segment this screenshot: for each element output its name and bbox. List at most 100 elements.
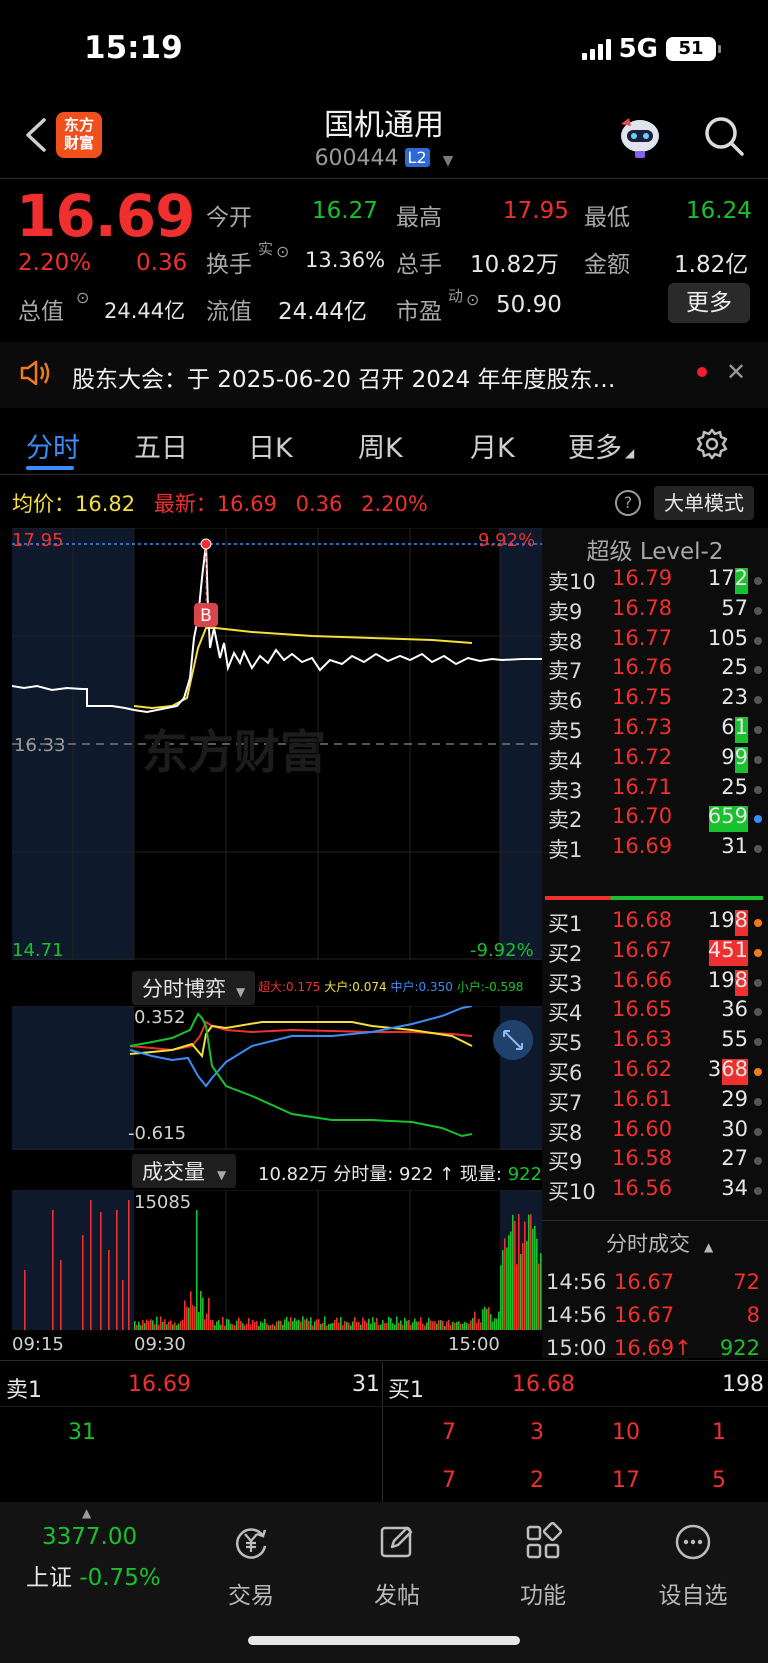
- time-label-930: 09:30: [134, 1334, 186, 1355]
- orderbook-volume: 659: [707, 804, 748, 829]
- orderbook-volume: 34: [721, 1176, 748, 1201]
- orderbook-ask-row[interactable]: 卖7 16.76 25: [548, 655, 762, 686]
- buy-queue-item: 7: [442, 1468, 456, 1493]
- fund-flow-chart[interactable]: [12, 1006, 542, 1150]
- notice-text[interactable]: 股东大会：于 2025-06-20 召开 2024 年年度股东…: [72, 360, 615, 394]
- pe-label: 市盈: [396, 299, 442, 325]
- assistant-robot-icon[interactable]: [615, 112, 665, 160]
- settings-gear-icon[interactable]: [694, 426, 730, 462]
- volume-bar: [396, 1316, 398, 1330]
- volume-bar: [198, 1311, 200, 1330]
- tab-more[interactable]: 更多 ◢: [568, 426, 634, 465]
- orderbook-volume: 99: [721, 744, 748, 769]
- info-icon[interactable]: ⊙: [76, 288, 89, 307]
- volume-bar: [270, 1325, 272, 1330]
- volume-bar: [306, 1318, 308, 1330]
- volume-bar: [470, 1320, 472, 1330]
- index-expand-icon[interactable]: ▲: [82, 1506, 91, 1520]
- index-quote[interactable]: 上证 -0.75%: [26, 1558, 161, 1592]
- orderbook-bid-row[interactable]: 买8 16.60 30: [548, 1117, 762, 1148]
- index-value[interactable]: 3377.00: [42, 1524, 137, 1550]
- volume-bar: [350, 1325, 352, 1330]
- volume-bar: [262, 1322, 264, 1330]
- volume-bar: [236, 1320, 238, 1330]
- ticks-title[interactable]: 分时成交 ▲: [606, 1228, 713, 1258]
- tab-intraday[interactable]: 分时: [26, 426, 80, 465]
- volume-bar: [138, 1321, 140, 1330]
- orderbook-ask-row[interactable]: 卖1 16.69 31: [548, 834, 762, 865]
- order-dot-indicator: [754, 1127, 762, 1136]
- orderbook-ask-row[interactable]: 卖9 16.78 57: [548, 596, 762, 627]
- volume-bar: [276, 1321, 278, 1330]
- orderbook-ask-row[interactable]: 卖4 16.72 99: [548, 745, 762, 776]
- buy1-volume: 198: [722, 1372, 764, 1397]
- orderbook-volume: 31: [721, 834, 748, 859]
- order-dot-indicator: [754, 1097, 762, 1106]
- tab-daily-k[interactable]: 日K: [248, 426, 293, 465]
- nav-functions[interactable]: 功能: [468, 1521, 618, 1610]
- orderbook-volume: 57: [721, 595, 748, 620]
- orderbook-bid-row[interactable]: 买5 16.63 55: [548, 1027, 762, 1058]
- info-icon[interactable]: ⊙: [466, 290, 479, 309]
- order-dot-indicator: [754, 815, 762, 824]
- volume-bar: [216, 1321, 218, 1330]
- orderbook-ask-row[interactable]: 卖6 16.75 23: [548, 685, 762, 716]
- orderbook-ask-row[interactable]: 卖3 16.71 25: [548, 775, 762, 806]
- orderbook-bid-row[interactable]: 买7 16.61 29: [548, 1087, 762, 1118]
- tick-time: 14:56: [546, 1270, 607, 1294]
- tab-weekly-k[interactable]: 周K: [358, 426, 403, 465]
- more-button[interactable]: 更多: [668, 283, 750, 323]
- volume-bar: [122, 1280, 124, 1330]
- volume-bar: [500, 1265, 502, 1330]
- orderbook-bid-row[interactable]: 买4 16.65 36: [548, 997, 762, 1028]
- home-indicator: [248, 1636, 520, 1645]
- volume-bar: [402, 1324, 404, 1330]
- search-icon[interactable]: [700, 112, 748, 160]
- intraday-game-selector[interactable]: 分时博弈 ▼: [132, 971, 256, 1005]
- orderbook-ask-row[interactable]: 卖5 16.73 61: [548, 715, 762, 746]
- help-icon[interactable]: ?: [615, 490, 641, 516]
- info-icon[interactable]: ⊙: [276, 242, 289, 261]
- tick-time: 15:00: [546, 1336, 607, 1360]
- orderbook-level-label: 买5: [548, 1031, 583, 1056]
- volume-bar: [312, 1325, 314, 1330]
- orderbook-ask-row[interactable]: 卖8 16.77 105: [548, 626, 762, 657]
- volume-bar: [336, 1317, 338, 1330]
- orderbook-bid-row[interactable]: 买2 16.67 451: [548, 938, 762, 969]
- orderbook-bid-row[interactable]: 买3 16.66 198: [548, 968, 762, 999]
- volume-bar: [166, 1324, 168, 1330]
- orderbook-level-label: 买7: [548, 1090, 583, 1115]
- tab-monthly-k[interactable]: 月K: [470, 426, 515, 465]
- orderbook-title[interactable]: 超级 Level-2: [542, 532, 768, 566]
- big-order-mode-button[interactable]: 大单模式: [654, 486, 754, 520]
- volume-bar: [428, 1317, 430, 1330]
- volume-bar: [230, 1323, 232, 1330]
- close-icon[interactable]: ✕: [726, 358, 746, 386]
- volume-bar: [384, 1323, 386, 1330]
- buy1-price: 16.68: [512, 1372, 575, 1397]
- orderbook-bid-row[interactable]: 买6 16.62 368: [548, 1057, 762, 1088]
- order-dot-indicator: [754, 606, 762, 615]
- orderbook-bid-row[interactable]: 买1 16.68 198: [548, 908, 762, 939]
- orderbook-ask-row[interactable]: 卖10 16.79 172: [548, 566, 762, 597]
- volume-bar: [302, 1316, 304, 1330]
- volume-selector[interactable]: 成交量 ▼: [132, 1154, 237, 1188]
- volume-bar: [324, 1316, 326, 1330]
- orderbook-price: 16.71: [612, 774, 673, 799]
- orderbook-bid-row[interactable]: 买10 16.56 34: [548, 1176, 762, 1207]
- intraday-price-chart[interactable]: 东方财富 B: [12, 528, 542, 960]
- nav-watchlist-settings[interactable]: 设自选: [618, 1522, 768, 1610]
- volume-bar: [400, 1320, 402, 1330]
- volume-bar: [232, 1324, 234, 1330]
- volume-bar: [298, 1319, 300, 1330]
- volume-bar: [528, 1214, 530, 1330]
- volume-bar: [246, 1323, 248, 1330]
- nav-trade[interactable]: 交易: [176, 1522, 326, 1610]
- orderbook-ask-row[interactable]: 卖2 16.70 659: [548, 804, 762, 835]
- volume-bar: [508, 1235, 510, 1330]
- nav-post[interactable]: 发帖: [322, 1522, 472, 1610]
- tab-5day[interactable]: 五日: [134, 426, 188, 465]
- orderbook-bid-row[interactable]: 买9 16.58 27: [548, 1146, 762, 1177]
- volume-chart[interactable]: [12, 1190, 542, 1330]
- orderbook-volume: 27: [721, 1146, 748, 1171]
